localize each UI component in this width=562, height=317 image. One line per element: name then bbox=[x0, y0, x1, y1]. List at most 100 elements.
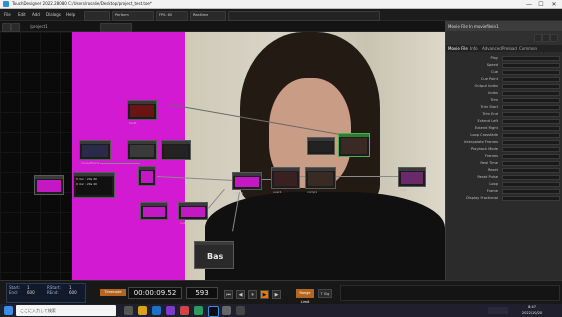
param-row[interactable]: Interpolate Frames bbox=[448, 139, 561, 146]
param-row[interactable]: Loop bbox=[448, 181, 561, 188]
network-node[interactable]: comp1 bbox=[305, 167, 336, 194]
app-icon[interactable] bbox=[222, 306, 231, 315]
network-editor[interactable]: text1 moviefilein1 0 dur : 20s 40 0 dur … bbox=[0, 32, 445, 280]
network-node[interactable] bbox=[138, 166, 156, 186]
realtime-toggle[interactable]: Realtime bbox=[190, 11, 226, 21]
menu-help[interactable]: Help bbox=[66, 12, 75, 17]
param-row[interactable]: Index bbox=[448, 90, 561, 97]
current-frame[interactable]: 593 bbox=[186, 287, 218, 299]
step-forward-icon[interactable]: ▶ bbox=[272, 290, 281, 299]
network-node-selected[interactable] bbox=[338, 133, 370, 157]
network-path[interactable]: /project1 bbox=[30, 24, 48, 29]
info-node[interactable]: 0 dur : 20s 40 0 dur : 20s 40 bbox=[73, 172, 115, 198]
network-node[interactable] bbox=[161, 140, 191, 160]
param-row[interactable]: Cue Point bbox=[448, 76, 561, 83]
tab-advanced[interactable]: Advanced bbox=[482, 46, 502, 51]
param-row[interactable]: Real Time bbox=[448, 160, 561, 167]
param-header: Movie File In moviefilein1 bbox=[446, 21, 562, 31]
file-explorer-icon[interactable] bbox=[138, 306, 147, 315]
close-button[interactable]: ✕ bbox=[549, 1, 559, 8]
timeline-scrub-area[interactable] bbox=[340, 285, 560, 301]
help-icon[interactable] bbox=[534, 34, 542, 42]
network-node[interactable] bbox=[140, 202, 168, 220]
step-back-icon[interactable]: ◀ bbox=[236, 290, 245, 299]
param-row[interactable]: Playback Mode bbox=[448, 146, 561, 153]
fps-display: FPS: 60 bbox=[156, 11, 188, 21]
param-row[interactable]: Play bbox=[448, 55, 561, 62]
base-comp-label: Bas bbox=[207, 252, 224, 261]
wire bbox=[100, 163, 140, 164]
parameter-panel: Movie File In moviefilein1 Movie File In… bbox=[445, 21, 562, 280]
task-view-icon[interactable] bbox=[124, 306, 133, 315]
app-icon[interactable] bbox=[194, 306, 203, 315]
toolbar-info-strip bbox=[228, 11, 380, 21]
app-icon[interactable] bbox=[180, 306, 189, 315]
home-icon[interactable] bbox=[2, 23, 11, 32]
menu-edit[interactable]: Edit bbox=[18, 12, 26, 17]
rend-value[interactable]: 600 bbox=[69, 290, 77, 295]
play-icon[interactable]: ▶ bbox=[260, 290, 269, 299]
param-row[interactable]: Frame bbox=[448, 188, 561, 195]
param-icon-bar bbox=[446, 31, 562, 45]
fps-label: FPS: 60 bbox=[159, 13, 173, 17]
touchdesigner-taskbar-icon[interactable] bbox=[208, 306, 219, 317]
pane-type-dropdown[interactable] bbox=[100, 23, 132, 32]
settings-icon[interactable] bbox=[542, 34, 550, 42]
timeline-toggle-button[interactable] bbox=[84, 11, 110, 21]
param-row[interactable]: Speed bbox=[448, 62, 561, 69]
end-value[interactable]: 600 bbox=[27, 290, 35, 295]
back-icon[interactable] bbox=[11, 23, 20, 32]
timecode-mode-button[interactable]: Timecode bbox=[100, 289, 126, 296]
time-signature[interactable]: T Sig bbox=[318, 289, 332, 298]
range-limit-toggle[interactable]: Range Limit bbox=[296, 289, 314, 304]
tab-movie-file[interactable]: Movie File bbox=[448, 46, 468, 51]
param-row[interactable]: Trim bbox=[448, 97, 561, 104]
param-row[interactable]: Trim Start bbox=[448, 104, 561, 111]
maximize-button[interactable]: ☐ bbox=[536, 1, 546, 8]
info-icon[interactable] bbox=[550, 34, 558, 42]
tab-preload[interactable]: Preload bbox=[502, 46, 517, 51]
network-node[interactable]: out1 bbox=[398, 167, 426, 192]
param-row[interactable]: Extend Left bbox=[448, 118, 561, 125]
network-node[interactable]: moviefilein1 bbox=[79, 140, 111, 165]
base-comp-node[interactable]: Bas bbox=[194, 241, 234, 269]
taskbar-search-box[interactable]: ここに入力して検索 bbox=[16, 305, 116, 316]
param-row[interactable]: Loop Crossfade bbox=[448, 132, 561, 139]
network-node[interactable]: over1 bbox=[271, 167, 300, 194]
network-node[interactable] bbox=[307, 137, 335, 155]
param-row[interactable]: Extend Right bbox=[448, 125, 561, 132]
param-row[interactable]: Display Fractional bbox=[448, 195, 561, 202]
param-row[interactable]: Output Index bbox=[448, 83, 561, 90]
current-timecode[interactable]: 00:00:09.52 bbox=[128, 287, 182, 299]
menu-file[interactable]: File bbox=[4, 12, 11, 17]
touchdesigner-app-icon bbox=[3, 1, 9, 7]
menu-add[interactable]: Add bbox=[32, 12, 40, 17]
network-node[interactable]: null1 bbox=[178, 202, 208, 225]
minimize-button[interactable]: — bbox=[524, 1, 534, 8]
menu-dialogs[interactable]: Dialogs bbox=[46, 12, 61, 17]
app-icon[interactable] bbox=[166, 306, 175, 315]
windows-start-icon[interactable] bbox=[4, 306, 13, 315]
network-node[interactable] bbox=[127, 140, 157, 160]
search-placeholder: ここに入力して検索 bbox=[20, 308, 56, 313]
perform-mode-button[interactable]: Perform bbox=[112, 11, 154, 21]
pause-icon[interactable]: ⏸ bbox=[248, 290, 257, 299]
network-node[interactable]: text1 bbox=[127, 100, 157, 125]
app-icon[interactable] bbox=[236, 306, 245, 315]
param-row[interactable]: Reset bbox=[448, 167, 561, 174]
rewind-icon[interactable]: ⏮ bbox=[224, 290, 233, 299]
param-row[interactable]: Cue bbox=[448, 69, 561, 76]
rend-label: REnd: bbox=[47, 290, 59, 295]
shirt-shape bbox=[205, 192, 445, 280]
edge-browser-icon[interactable] bbox=[152, 306, 161, 315]
system-tray[interactable] bbox=[488, 307, 508, 314]
param-row[interactable]: Trim End bbox=[448, 111, 561, 118]
network-node[interactable] bbox=[34, 175, 64, 195]
tab-info[interactable]: Info bbox=[470, 46, 478, 51]
network-path-bar: /project1 bbox=[0, 21, 445, 32]
network-node[interactable]: level1 bbox=[232, 172, 262, 195]
param-row[interactable]: Frames bbox=[448, 153, 561, 160]
tab-common[interactable]: Common bbox=[519, 46, 537, 51]
param-row[interactable]: Reset Pulse bbox=[448, 174, 561, 181]
clock[interactable]: 8:47 2022/10/20 bbox=[512, 304, 552, 317]
